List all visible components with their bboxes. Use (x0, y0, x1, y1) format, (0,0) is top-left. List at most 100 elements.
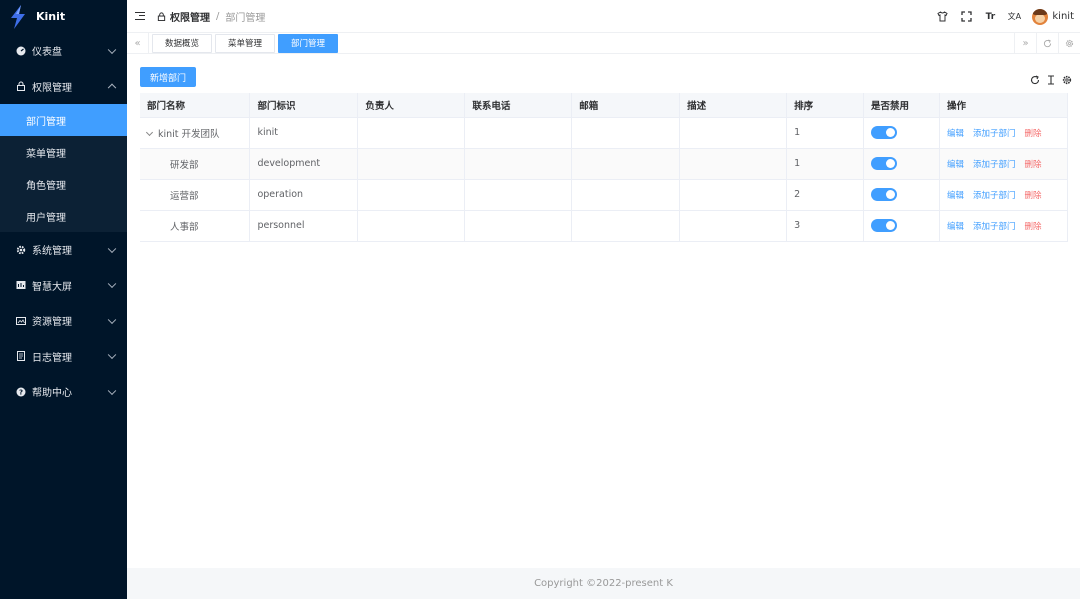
actions-cell: 编辑 添加子部门 删除 (939, 179, 1068, 211)
delete-button[interactable]: 删除 (1025, 222, 1042, 232)
add-child-button[interactable]: 添加子部门 (973, 129, 1016, 139)
user-name[interactable]: kinit (1052, 11, 1074, 22)
delete-button[interactable]: 删除 (1025, 129, 1042, 139)
edit-button[interactable]: 编辑 (947, 191, 964, 201)
image-icon (16, 316, 26, 326)
tree-expand-icon[interactable] (145, 128, 154, 136)
lightning-logo-icon (11, 4, 25, 29)
avatar[interactable] (1032, 8, 1049, 25)
sidebar-item-logs[interactable]: 日志管理 (0, 339, 127, 375)
sidebar-item-label: 角色管理 (26, 180, 66, 192)
top-header: 权限管理 / 部门管理 Tr 文A kinit (127, 0, 1080, 33)
column-header: 部门名称 (140, 93, 251, 118)
refresh-icon[interactable] (1027, 74, 1043, 86)
leader-cell (357, 210, 466, 242)
edit-button[interactable]: 编辑 (947, 222, 964, 232)
sidebar-item-label: 智慧大屏 (32, 281, 72, 293)
lock-icon (16, 81, 26, 92)
chevron-up-icon (107, 83, 117, 93)
sidebar-item-roles[interactable]: 角色管理 (0, 168, 127, 200)
sidebar-item-users[interactable]: 用户管理 (0, 200, 127, 232)
tag-menus[interactable]: 菜单管理 (215, 33, 276, 53)
breadcrumb-item-current: 部门管理 (225, 12, 266, 24)
table-tools (1027, 74, 1075, 86)
key-cell: personnel (249, 210, 359, 242)
menu-fold-icon[interactable] (135, 11, 145, 21)
leader-cell (357, 117, 466, 149)
leader-cell (357, 179, 466, 211)
key-cell: kinit (249, 117, 359, 149)
sidebar-item-resources[interactable]: 资源管理 (0, 303, 127, 339)
sidebar-item-label: 系统管理 (32, 246, 72, 258)
column-header: 联系电话 (464, 93, 573, 118)
order-cell: 1 (786, 148, 865, 180)
sidebar-item-permissions[interactable]: 权限管理 (0, 69, 127, 105)
disabled-switch[interactable] (871, 188, 898, 201)
table-header-row: 部门名称 部门标识 负责人 联系电话 邮箱 描述 排序 是否禁用 操作 (140, 93, 1068, 118)
phone-cell (464, 210, 573, 242)
sidebar: Kinit 仪表盘 权限管理 部门管理 菜单管理 角色管理 用户管理 系统管理 … (0, 0, 127, 599)
column-settings-icon[interactable] (1059, 74, 1075, 86)
actions-cell: 编辑 添加子部门 删除 (939, 148, 1068, 180)
add-child-button[interactable]: 添加子部门 (973, 160, 1016, 170)
disabled-switch[interactable] (871, 219, 898, 232)
disabled-switch[interactable] (871, 157, 898, 170)
phone-cell (464, 179, 573, 211)
chevron-down-icon (107, 244, 117, 253)
sidebar-item-label: 权限管理 (32, 82, 72, 94)
sidebar-item-departments[interactable]: 部门管理 (0, 104, 127, 136)
disabled-cell (863, 210, 940, 242)
column-height-icon[interactable] (1043, 74, 1059, 86)
column-header: 排序 (786, 93, 865, 118)
gear-icon (16, 245, 26, 255)
email-cell (571, 117, 681, 149)
sidebar-item-label: 菜单管理 (26, 148, 66, 160)
edit-button[interactable]: 编辑 (947, 160, 964, 170)
disabled-switch[interactable] (871, 126, 898, 139)
order-cell: 2 (786, 179, 865, 211)
tags-actions: » (1014, 33, 1080, 54)
email-cell (571, 179, 681, 211)
delete-button[interactable]: 删除 (1025, 160, 1042, 170)
sidebar-item-system[interactable]: 系统管理 (0, 232, 127, 268)
tag-overview[interactable]: 数据概览 (152, 33, 213, 53)
name-cell: 运营部 (140, 179, 251, 211)
column-header: 邮箱 (571, 93, 681, 118)
email-cell (571, 148, 681, 180)
dashboard-icon (16, 46, 26, 56)
sidebar-item-menus[interactable]: 菜单管理 (0, 136, 127, 168)
shirt-icon[interactable] (930, 5, 954, 29)
scroll-right-icon[interactable]: » (1014, 33, 1036, 54)
column-header: 描述 (679, 93, 788, 118)
sidebar-item-help[interactable]: ? 帮助中心 (0, 374, 127, 410)
refresh-icon[interactable] (1036, 33, 1058, 54)
settings-icon[interactable] (1058, 33, 1080, 54)
table-row: 运营部 operation 2 编辑 添加子部门 删除 (140, 179, 1068, 211)
chevron-down-icon (107, 45, 117, 54)
add-child-button[interactable]: 添加子部门 (973, 222, 1016, 232)
name-cell: 研发部 (140, 148, 251, 180)
breadcrumb-item[interactable]: 权限管理 (170, 9, 210, 24)
font-size-icon[interactable]: Tr (978, 5, 1002, 29)
table-row: 研发部 development 1 编辑 添加子部门 删除 (140, 148, 1068, 180)
chart-icon (16, 280, 26, 290)
table-row: kinit 开发团队 kinit 1 编辑 添加子部门 删除 (140, 117, 1068, 149)
translate-icon[interactable]: 文A (1002, 5, 1026, 29)
fullscreen-icon[interactable] (954, 5, 978, 29)
disabled-cell (863, 148, 940, 180)
svg-text:?: ? (19, 388, 23, 396)
logo[interactable]: Kinit (0, 0, 127, 33)
desc-cell (679, 179, 788, 211)
add-department-button[interactable]: 新增部门 (140, 67, 197, 87)
sidebar-item-dashboard[interactable]: 仪表盘 (0, 33, 127, 69)
delete-button[interactable]: 删除 (1025, 191, 1042, 201)
phone-cell (464, 117, 573, 149)
chevron-down-icon (107, 386, 117, 395)
sidebar-item-smart-screen[interactable]: 智慧大屏 (0, 268, 127, 304)
sidebar-item-label: 日志管理 (32, 352, 72, 364)
breadcrumb: 权限管理 / 部门管理 (157, 9, 265, 24)
tag-departments[interactable]: 部门管理 (278, 33, 339, 53)
scroll-left-icon[interactable]: « (127, 32, 149, 54)
edit-button[interactable]: 编辑 (947, 129, 964, 139)
add-child-button[interactable]: 添加子部门 (973, 191, 1016, 201)
